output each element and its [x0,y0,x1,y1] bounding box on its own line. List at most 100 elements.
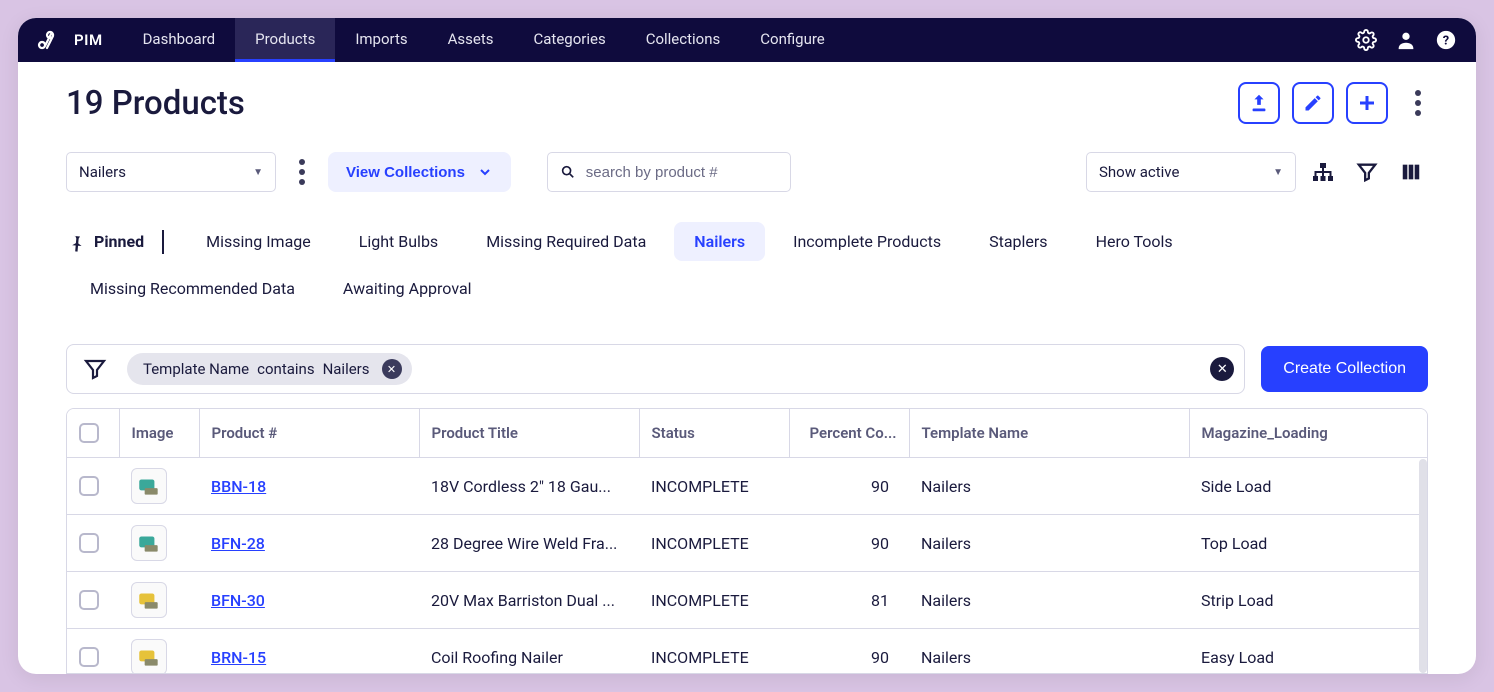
topnav: PIM DashboardProductsImportsAssetsCatego… [18,18,1476,62]
brand-label: PIM [74,31,103,49]
table-row: BBN-18 18V Cordless 2" 18 Gau... INCOMPL… [67,458,1427,515]
pinned-tab[interactable]: Hero Tools [1076,222,1193,261]
filter-chip-op: contains [257,360,314,378]
status-select-value: Show active [1099,163,1179,181]
product-thumbnail[interactable] [131,525,167,561]
page-title: 19 Products [66,84,245,123]
product-percent: 81 [789,572,909,629]
col-title[interactable]: Product Title [419,409,639,458]
search-icon [560,163,576,181]
upload-button[interactable] [1238,82,1280,124]
col-sku[interactable]: Product # [199,409,419,458]
pinned-tab[interactable]: Staplers [969,222,1067,261]
category-select[interactable]: Nailers ▼ [66,152,276,192]
divider [162,230,164,254]
col-percent[interactable]: Percent Co... [789,409,909,458]
filter-chip[interactable]: Template Name contains Nailers ✕ [127,353,412,385]
nav-item-categories[interactable]: Categories [514,18,626,62]
nav-item-assets[interactable]: Assets [428,18,514,62]
scrollbar[interactable] [1419,459,1427,673]
nav-item-dashboard[interactable]: Dashboard [123,18,236,62]
more-menu-icon[interactable] [1408,90,1428,116]
products-table: Image Product # Product Title Status Per… [66,408,1428,674]
product-sku-link[interactable]: BFN-28 [211,534,265,553]
product-status: INCOMPLETE [639,572,789,629]
product-status: INCOMPLETE [639,458,789,515]
product-title: 20V Max Barriston Dual ... [419,572,639,629]
funnel-icon [83,357,107,381]
filter-icon[interactable] [1350,155,1384,189]
nav-item-collections[interactable]: Collections [626,18,741,62]
titlebar: 19 Products [66,82,1428,124]
view-collections-button[interactable]: View Collections [328,152,511,192]
edit-button[interactable] [1292,82,1334,124]
product-sku-link[interactable]: BRN-15 [211,648,266,667]
row-checkbox[interactable] [79,476,99,496]
nav-item-imports[interactable]: Imports [335,18,427,62]
columns-icon[interactable] [1394,155,1428,189]
pinned-tab[interactable]: Light Bulbs [339,222,458,261]
filter-box: Template Name contains Nailers ✕ ✕ [66,344,1245,394]
product-title: 28 Degree Wire Weld Fra... [419,515,639,572]
product-percent: 90 [789,629,909,675]
help-icon[interactable]: ? [1426,18,1466,62]
filter-chip-field: Template Name [143,360,249,378]
product-template: Nailers [909,515,1189,572]
gear-icon[interactable] [1346,18,1386,62]
user-icon[interactable] [1386,18,1426,62]
col-status[interactable]: Status [639,409,789,458]
product-percent: 90 [789,515,909,572]
product-magazine: Easy Load [1189,629,1427,675]
row-checkbox[interactable] [79,647,99,667]
clear-filters-icon[interactable]: ✕ [1210,357,1234,381]
content: 19 Products Nailers ▼ [18,62,1476,674]
hierarchy-icon[interactable] [1306,155,1340,189]
col-template[interactable]: Template Name [909,409,1189,458]
row-checkbox[interactable] [79,533,99,553]
product-percent: 90 [789,458,909,515]
filter-row: Template Name contains Nailers ✕ ✕ Creat… [66,344,1428,394]
pinned-tab[interactable]: Missing Required Data [466,222,666,261]
product-sku-link[interactable]: BFN-30 [211,591,265,610]
nav-items: DashboardProductsImportsAssetsCategories… [123,18,845,62]
select-all-checkbox[interactable] [79,423,99,443]
pinned-tab[interactable]: Incomplete Products [773,222,961,261]
product-thumbnail[interactable] [131,468,167,504]
svg-text:?: ? [1443,34,1449,49]
pinned-tab[interactable]: Awaiting Approval [323,269,492,308]
product-title: Coil Roofing Nailer [419,629,639,675]
table-header-row: Image Product # Product Title Status Per… [67,409,1427,458]
product-magazine: Side Load [1189,458,1427,515]
col-image[interactable]: Image [119,409,199,458]
product-magazine: Strip Load [1189,572,1427,629]
nav-item-configure[interactable]: Configure [740,18,845,62]
row-checkbox[interactable] [79,590,99,610]
search-input[interactable] [586,164,778,181]
product-status: INCOMPLETE [639,629,789,675]
remove-chip-icon[interactable]: ✕ [382,359,402,379]
table-row: BRN-15 Coil Roofing Nailer INCOMPLETE 90… [67,629,1427,675]
title-actions [1238,82,1428,124]
product-thumbnail[interactable] [131,639,167,674]
filter-chip-value: Nailers [323,360,370,378]
pinned-tab[interactable]: Missing Image [186,222,331,261]
toolbar: Nailers ▼ View Collections Show active ▼ [66,152,1428,192]
pinned-tab[interactable]: Nailers [674,222,765,261]
product-thumbnail[interactable] [131,582,167,618]
category-more-icon[interactable] [292,159,312,185]
pinned-label: Pinned [66,232,144,252]
pinned-tabs: Pinned Missing ImageLight BulbsMissing R… [66,218,1428,312]
nav-item-products[interactable]: Products [235,18,335,62]
pin-icon [62,227,90,255]
status-select[interactable]: Show active ▼ [1086,152,1296,192]
product-magazine: Top Load [1189,515,1427,572]
search-box[interactable] [547,152,791,192]
product-template: Nailers [909,458,1189,515]
chevron-down-icon [477,164,493,180]
pinned-tab[interactable]: Missing Recommended Data [70,269,315,308]
product-status: INCOMPLETE [639,515,789,572]
product-sku-link[interactable]: BBN-18 [211,477,266,496]
create-collection-button[interactable]: Create Collection [1261,346,1428,392]
col-magazine[interactable]: Magazine_Loading [1189,409,1427,458]
add-button[interactable] [1346,82,1388,124]
